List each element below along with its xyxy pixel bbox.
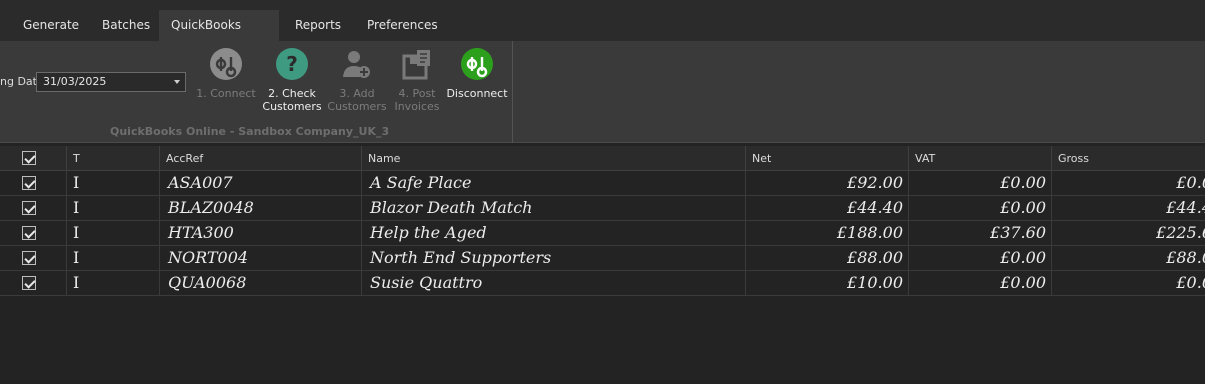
accref-cell[interactable]: NORT004 bbox=[160, 246, 362, 271]
tab-batches[interactable]: Batches bbox=[90, 10, 162, 41]
accref-cell[interactable]: BLAZ0048 bbox=[160, 196, 362, 221]
ribbon-group-caption: QuickBooks Online - Sandbox Company_UK_3 bbox=[110, 125, 390, 138]
vat-cell[interactable]: £0.00 bbox=[909, 171, 1052, 196]
row-select-cell[interactable] bbox=[0, 271, 67, 296]
table-row[interactable]: I BLAZ0048 Blazor Death Match £44.40 £0.… bbox=[0, 196, 1205, 221]
accref-cell[interactable]: ASA007 bbox=[160, 171, 362, 196]
column-header-name[interactable]: Name bbox=[362, 146, 746, 171]
connect-button[interactable]: 1. Connect bbox=[196, 47, 256, 100]
ribbon: ng Date 31/03/2025 1. Connect ? 2. Check… bbox=[0, 41, 1205, 143]
table-row[interactable]: I ASA007 A Safe Place £92.00 £0.00 £0.0 bbox=[0, 171, 1205, 196]
quickbooks-green-icon bbox=[461, 48, 493, 80]
net-cell[interactable]: £88.00 bbox=[746, 246, 909, 271]
column-header-net[interactable]: Net bbox=[746, 146, 909, 171]
add-user-icon bbox=[343, 51, 370, 78]
tab-reports[interactable]: Reports bbox=[283, 10, 353, 41]
connect-label: 1. Connect bbox=[196, 87, 256, 100]
gross-cell[interactable]: £88.0 bbox=[1052, 246, 1205, 271]
type-cell[interactable]: I bbox=[67, 221, 160, 246]
tab-generate[interactable]: Generate bbox=[11, 10, 91, 41]
gross-cell[interactable]: £0.0 bbox=[1052, 171, 1205, 196]
gross-cell[interactable]: £0.0 bbox=[1052, 271, 1205, 296]
name-cell[interactable]: Help the Aged bbox=[362, 221, 746, 246]
row-checkbox[interactable] bbox=[22, 251, 36, 265]
table-row[interactable]: I QUA0068 Susie Quattro £10.00 £0.00 £0.… bbox=[0, 271, 1205, 296]
dropdown-arrow-icon[interactable] bbox=[174, 80, 180, 84]
disconnect-label: Disconnect bbox=[446, 87, 508, 100]
row-checkbox[interactable] bbox=[22, 201, 36, 215]
column-header-accref[interactable]: AccRef bbox=[160, 146, 362, 171]
table-row[interactable]: I NORT004 North End Supporters £88.00 £0… bbox=[0, 246, 1205, 271]
net-cell[interactable]: £92.00 bbox=[746, 171, 909, 196]
name-cell[interactable]: Susie Quattro bbox=[362, 271, 746, 296]
vat-cell[interactable]: £0.00 bbox=[909, 271, 1052, 296]
net-cell[interactable]: £44.40 bbox=[746, 196, 909, 221]
row-select-cell[interactable] bbox=[0, 171, 67, 196]
quickbooks-icon bbox=[210, 48, 242, 80]
row-checkbox[interactable] bbox=[22, 276, 36, 290]
select-all-checkbox[interactable] bbox=[22, 151, 36, 165]
row-checkbox[interactable] bbox=[22, 176, 36, 190]
title-bar bbox=[0, 0, 1205, 10]
select-all-cell[interactable] bbox=[0, 146, 67, 171]
tab-quickbooks-online[interactable]: QuickBooks Online bbox=[159, 10, 279, 63]
add-customers-button[interactable]: 3. Add Customers bbox=[327, 47, 387, 113]
column-header-vat[interactable]: VAT bbox=[909, 146, 1052, 171]
vat-cell[interactable]: £37.60 bbox=[909, 221, 1052, 246]
app-window: Generate Batches QuickBooks Online Repor… bbox=[0, 0, 1205, 384]
name-cell[interactable]: A Safe Place bbox=[362, 171, 746, 196]
accref-cell[interactable]: QUA0068 bbox=[160, 271, 362, 296]
disconnect-button[interactable]: Disconnect bbox=[446, 47, 508, 100]
type-cell[interactable]: I bbox=[67, 196, 160, 221]
post-invoices-icon bbox=[402, 50, 430, 80]
posting-date-value: 31/03/2025 bbox=[43, 75, 107, 88]
row-select-cell[interactable] bbox=[0, 246, 67, 271]
tab-bar: Generate Batches QuickBooks Online Repor… bbox=[0, 10, 1205, 63]
grid-header-row: T AccRef Name Net VAT Gross bbox=[0, 146, 1205, 171]
check-customers-button[interactable]: ? 2. Check Customers bbox=[262, 47, 322, 113]
row-select-cell[interactable] bbox=[0, 221, 67, 246]
invoice-grid: T AccRef Name Net VAT Gross I ASA007 A S… bbox=[0, 146, 1205, 296]
column-header-t[interactable]: T bbox=[67, 146, 160, 171]
question-icon: ? bbox=[276, 48, 308, 80]
post-invoices-label: 4. Post Invoices bbox=[394, 87, 440, 113]
type-value: I bbox=[73, 173, 80, 192]
svg-text:?: ? bbox=[286, 52, 298, 76]
accref-cell[interactable]: HTA300 bbox=[160, 221, 362, 246]
row-select-cell[interactable] bbox=[0, 196, 67, 221]
net-cell[interactable]: £188.00 bbox=[746, 221, 909, 246]
add-customers-label: 3. Add Customers bbox=[327, 87, 387, 113]
table-row[interactable]: I HTA300 Help the Aged £188.00 £37.60 £2… bbox=[0, 221, 1205, 246]
name-cell[interactable]: Blazor Death Match bbox=[362, 196, 746, 221]
column-header-gross[interactable]: Gross bbox=[1052, 146, 1205, 171]
net-cell[interactable]: £10.00 bbox=[746, 271, 909, 296]
type-cell[interactable]: I bbox=[67, 246, 160, 271]
row-checkbox[interactable] bbox=[22, 226, 36, 240]
gross-cell[interactable]: £44.4 bbox=[1052, 196, 1205, 221]
posting-date-picker[interactable]: 31/03/2025 bbox=[36, 72, 186, 92]
check-customers-label: 2. Check Customers bbox=[262, 87, 322, 113]
type-cell[interactable]: I bbox=[67, 171, 160, 196]
vat-cell[interactable]: £0.00 bbox=[909, 196, 1052, 221]
post-invoices-button[interactable]: 4. Post Invoices bbox=[387, 47, 447, 113]
quickbooks-ribbon-group: ng Date 31/03/2025 1. Connect ? 2. Check… bbox=[0, 41, 513, 143]
vat-cell[interactable]: £0.00 bbox=[909, 246, 1052, 271]
name-cell[interactable]: North End Supporters bbox=[362, 246, 746, 271]
tab-preferences[interactable]: Preferences bbox=[355, 10, 450, 41]
gross-cell[interactable]: £225.6 bbox=[1052, 221, 1205, 246]
type-cell[interactable]: I bbox=[67, 271, 160, 296]
